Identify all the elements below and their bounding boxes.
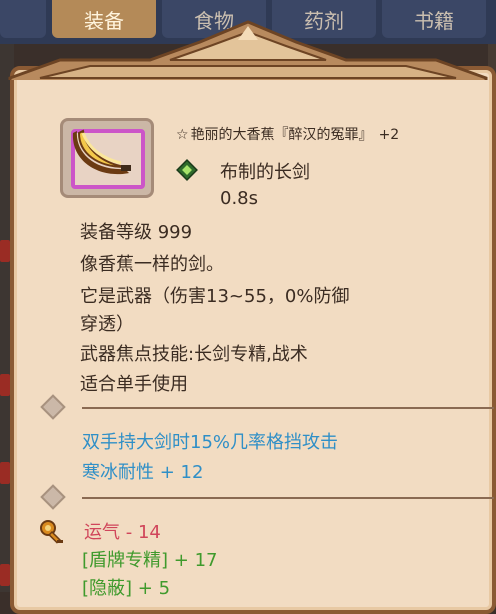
effect-line: 寒冰耐性 + 12	[82, 462, 204, 483]
green-gem-icon	[176, 159, 198, 181]
weapon-info-line2: 穿透）	[80, 314, 134, 335]
equipment-level: 装备等级 999	[80, 222, 193, 243]
attack-speed: 0.8s	[220, 188, 259, 209]
divider-line	[82, 497, 494, 499]
diamond-icon	[40, 394, 66, 420]
list-marker	[0, 462, 10, 484]
favorite-star-icon[interactable]: ☆	[176, 127, 189, 143]
item-name: 艳丽的大香蕉『醉汉的冤罪』	[190, 127, 373, 143]
ornament-banner-icon	[8, 20, 488, 80]
diamond-icon	[40, 484, 66, 510]
banana-sword-icon	[72, 129, 131, 175]
stat-line: 运气 - 14	[84, 522, 161, 543]
weapon-focus-skill: 武器焦点技能:长剑专精,战术	[80, 344, 308, 365]
item-title: ☆ 艳丽的大香蕉『醉汉的冤罪』 +2	[176, 124, 476, 144]
hand-usage: 适合单手使用	[80, 374, 188, 395]
stat-line: [盾牌专精] + 17	[82, 550, 218, 571]
luck-key-icon	[40, 520, 63, 544]
effect-line: 双手持大剑时15%几率格挡攻击	[82, 432, 339, 453]
list-marker	[0, 374, 10, 396]
divider-line	[82, 407, 494, 409]
section-divider	[40, 394, 494, 420]
item-description: 像香蕉一样的剑。	[80, 254, 224, 275]
item-icon-frame[interactable]	[60, 118, 154, 198]
list-marker	[0, 240, 10, 262]
section-divider	[40, 484, 494, 510]
list-marker	[0, 564, 10, 586]
weapon-info-line1: 它是武器（伤害13~55，0%防御	[80, 286, 350, 307]
stat-line: [隐蔽] + 5	[82, 578, 171, 599]
enhancement-level: +2	[378, 127, 400, 143]
item-type: 布制的长剑	[220, 162, 310, 183]
